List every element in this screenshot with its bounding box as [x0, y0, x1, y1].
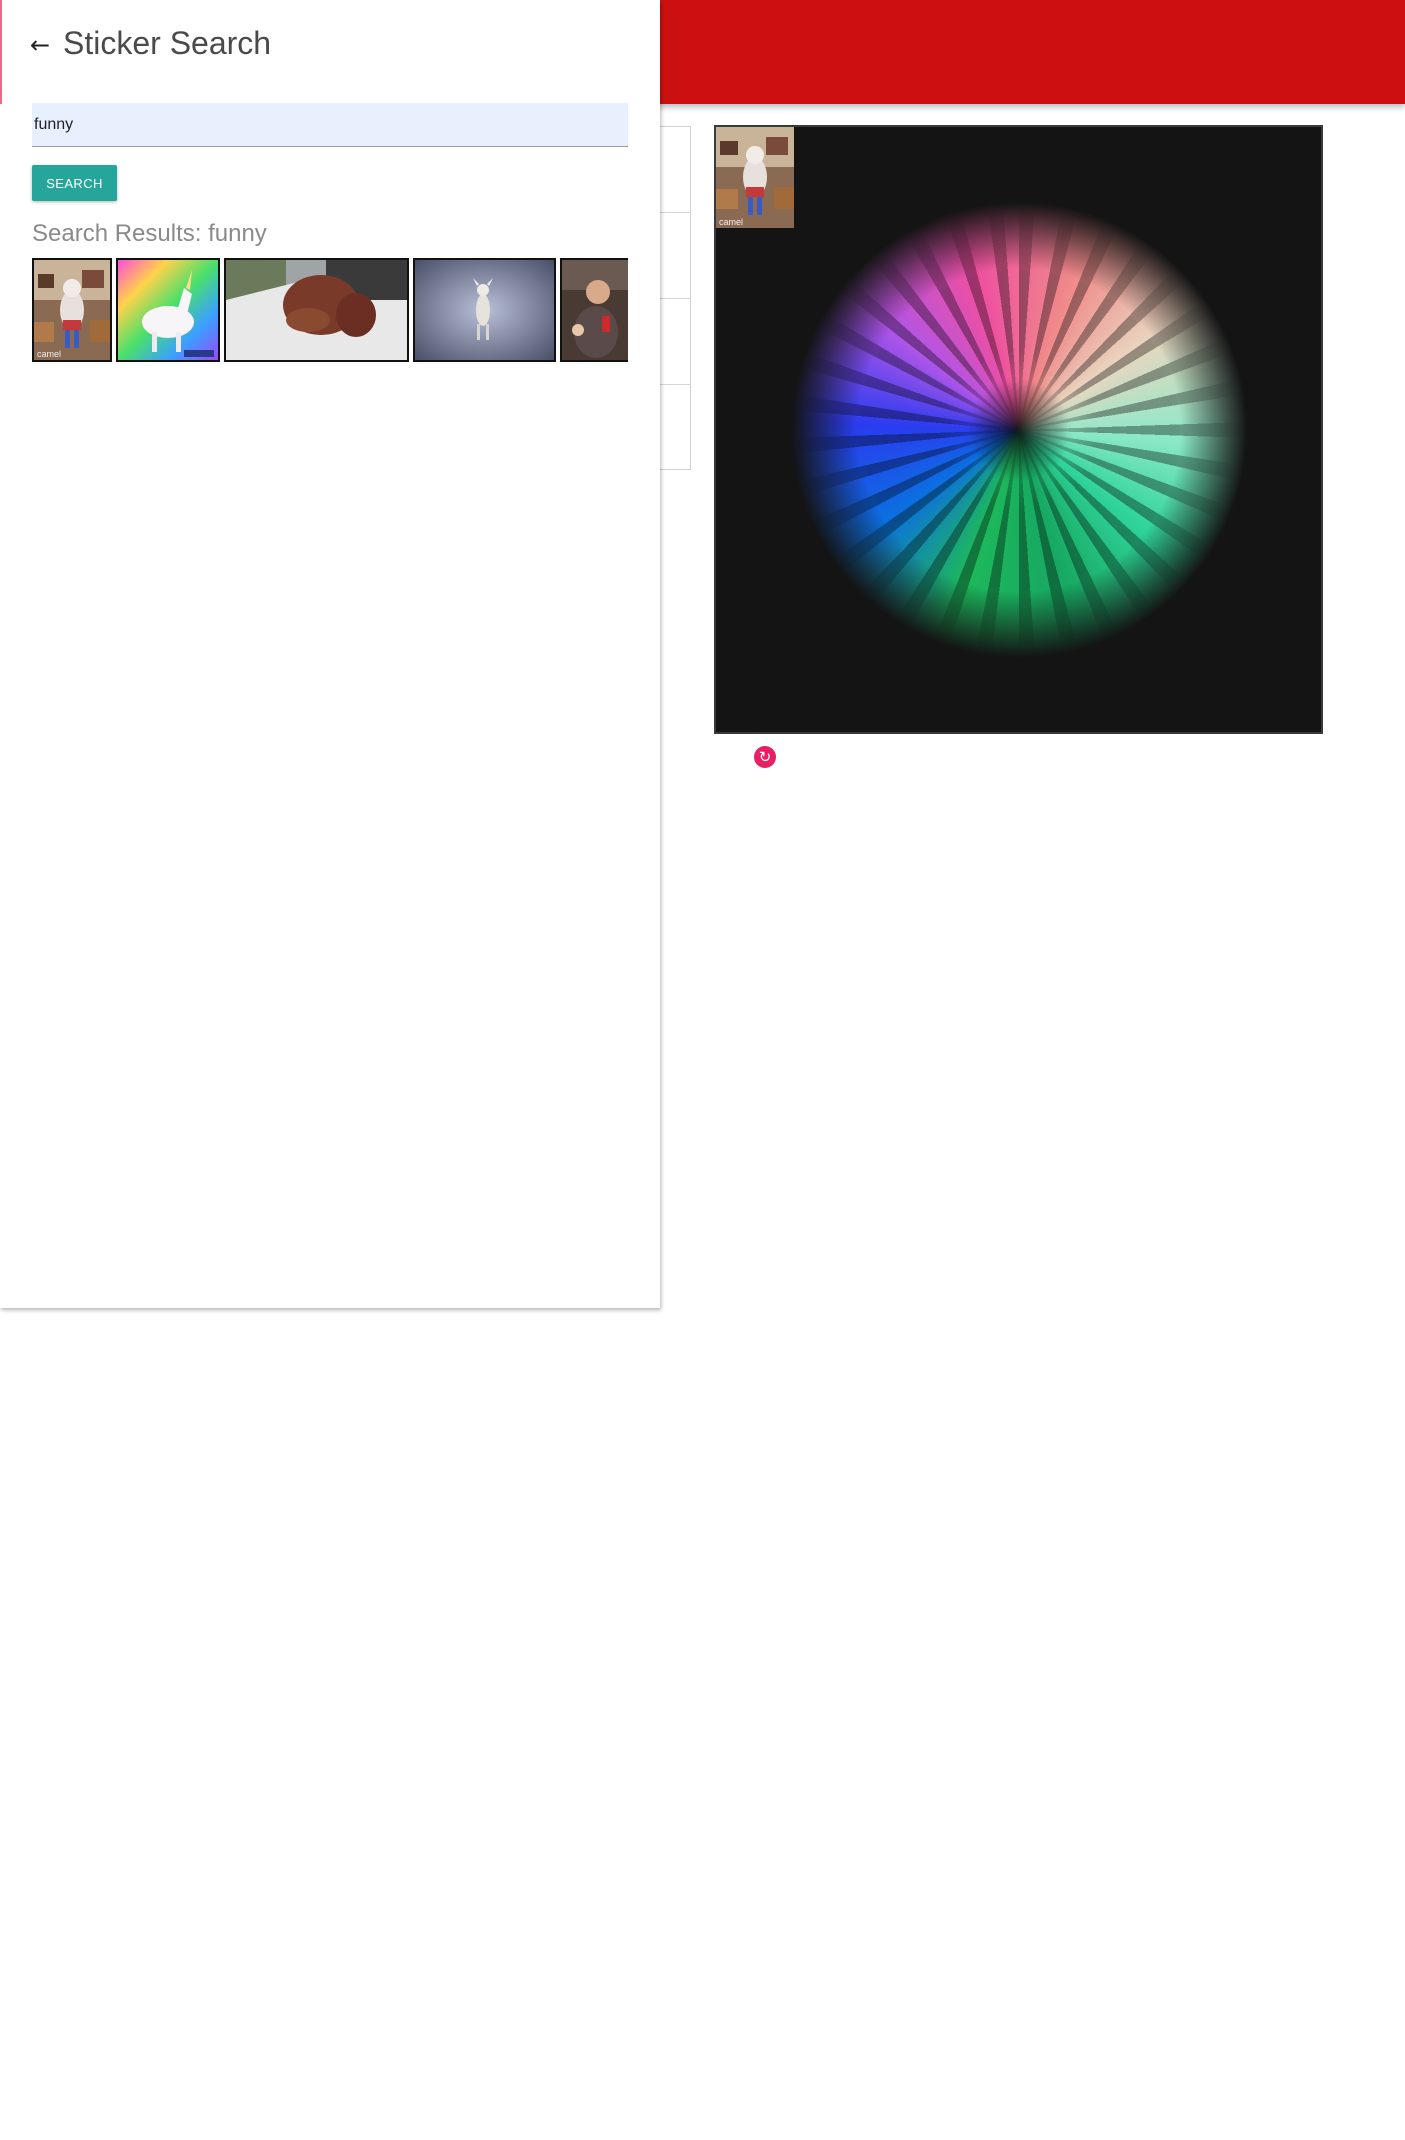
back-button[interactable]: ←	[30, 30, 60, 60]
placed-sticker-image	[716, 127, 794, 228]
results-heading: Search Results: funny	[32, 220, 267, 247]
arrow-left-icon: ←	[30, 31, 51, 59]
result-rainbow-unicorn[interactable]	[116, 258, 220, 362]
editor-canvas[interactable]: camel	[714, 125, 1323, 734]
result-caption: camel	[37, 349, 62, 359]
result-thumbnail	[118, 260, 218, 360]
sticker-search-input[interactable]	[32, 103, 628, 147]
result-dancing-chihuahua[interactable]	[413, 258, 556, 362]
refresh-icon: ↻	[758, 748, 772, 766]
sticker-search-drawer: ← Sticker Search SEARCH Search Results: …	[0, 0, 660, 1308]
search-button[interactable]: SEARCH	[32, 165, 117, 201]
result-thumbnail	[226, 260, 407, 360]
result-man-drinking[interactable]	[560, 258, 628, 362]
result-thumbnail	[562, 260, 628, 360]
flower-petal-texture	[738, 149, 1299, 710]
result-thumbnail	[34, 260, 110, 360]
refresh-button[interactable]: ↻	[754, 746, 776, 768]
placed-sticker-caption: camel	[719, 217, 744, 227]
result-dog-in-car[interactable]	[224, 258, 409, 362]
results-strip[interactable]: camel	[32, 258, 628, 364]
drawer-accent-edge	[0, 0, 2, 104]
result-camel-dog[interactable]: camel	[32, 258, 112, 362]
placed-sticker[interactable]: camel	[716, 127, 794, 228]
result-thumbnail	[415, 260, 554, 360]
drawer-title: Sticker Search	[63, 25, 272, 61]
